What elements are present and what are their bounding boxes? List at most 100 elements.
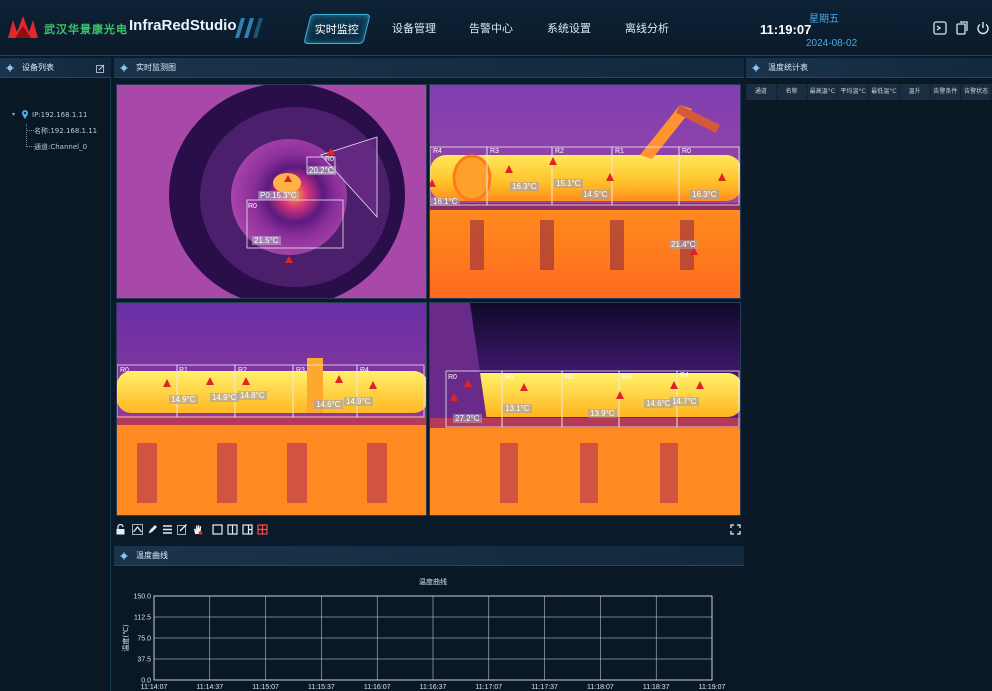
edit-icon[interactable]: [96, 64, 105, 73]
video-cell-3[interactable]: R0 14.9°C R1 14.9°C R2 14.8°C R3 14.6°C …: [116, 302, 427, 516]
power-icon[interactable]: [975, 20, 991, 36]
x-tick-label: 11:14:37: [196, 684, 223, 691]
monitor-panel-title: 实时监测图: [136, 63, 176, 72]
company-logo-icon: [8, 16, 38, 38]
region-label: R0: [325, 156, 334, 163]
stats-table-header: 通道 名称 最高温°C 平均温°C 最低温°C 温升 告警条件 告警状态: [746, 84, 992, 100]
panel-pin-icon: [6, 64, 14, 72]
region-label: R2: [555, 148, 564, 155]
region-temperature: 14.9°C: [169, 395, 198, 404]
point-label: P0:15.3°C: [258, 191, 299, 200]
region-label: R4: [433, 148, 442, 155]
stats-panel-title: 温度统计表: [768, 63, 808, 72]
region-label: R0: [448, 374, 457, 381]
x-tick-label: 11:16:07: [364, 684, 391, 691]
video-cell-2[interactable]: R4 16.1°C R3 16.3°C R2 15.1°C R1 14.5°C …: [429, 84, 741, 299]
region-label: R1: [179, 367, 188, 374]
tab-offline-analysis[interactable]: 离线分析: [618, 14, 676, 44]
list-icon[interactable]: [162, 524, 173, 535]
layout-4-icon[interactable]: [257, 524, 268, 535]
x-tick-label: 11:18:07: [587, 684, 614, 691]
region-label: R0: [248, 203, 257, 210]
tab-alarm-center[interactable]: 告警中心: [462, 14, 520, 44]
chart-title: 温度曲线: [419, 577, 447, 586]
app-name: InfraRedStudio: [129, 17, 237, 34]
tab-realtime-monitor[interactable]: 实时监控: [303, 14, 371, 44]
tab-system-settings[interactable]: 系统设置: [540, 14, 598, 44]
device-list-title: 设备列表: [22, 63, 54, 72]
region-label: R3: [622, 374, 631, 381]
column-header-min-temp[interactable]: 最低温°C: [869, 84, 900, 100]
location-pin-icon: [22, 110, 28, 119]
column-header-alarm-status[interactable]: 告警状态: [961, 84, 992, 100]
device-list-panel: 设备列表 ▾ IP:192.168.1.11 名称:192.168.1.11 通…: [0, 58, 111, 691]
video-cell-1[interactable]: R0 21.5°C R0 20.2°C P0:15.3°C: [116, 84, 427, 299]
region-temperature: 14.5°C: [581, 190, 610, 199]
y-tick-label: 37.5: [137, 657, 151, 664]
hand-icon[interactable]: [192, 524, 203, 535]
y-tick-label: 75.0: [137, 636, 151, 643]
edit-icon[interactable]: [177, 524, 188, 535]
current-time: 11:19:07: [760, 22, 812, 37]
mountain-icon[interactable]: [132, 524, 143, 535]
layout-2-icon[interactable]: [227, 524, 238, 535]
x-tick-label: 11:17:37: [531, 684, 558, 691]
column-header-max-temp[interactable]: 最高温°C: [807, 84, 839, 100]
y-axis-label: 温度(℃): [121, 624, 130, 652]
current-weekday: 星期五: [809, 14, 839, 25]
terminal-icon[interactable]: [932, 20, 948, 36]
copy-icon[interactable]: [954, 20, 970, 36]
curve-panel-header: 温度曲线: [114, 546, 744, 566]
y-tick-label: 150.0: [133, 594, 151, 601]
column-header-alarm-condition[interactable]: 告警条件: [930, 84, 962, 100]
current-date: 2024-08-02: [806, 38, 858, 49]
point-temperature: 21.4°C: [669, 240, 698, 249]
thermal-image-3: [117, 303, 426, 515]
video-cell-4[interactable]: R0 27.2°C R1 13.1°C R2 13.9°C R3 14.6°C …: [429, 302, 741, 516]
region-label: R4: [360, 367, 369, 374]
region-temperature: 14.9°C: [344, 397, 373, 406]
x-tick-label: 11:15:07: [252, 684, 279, 691]
layout-1-icon[interactable]: [212, 524, 223, 535]
x-tick-label: 11:17:07: [475, 684, 502, 691]
region-temperature: 16.3°C: [690, 190, 719, 199]
tree-connector: [26, 132, 34, 147]
region-temperature: 14.6°C: [644, 399, 673, 408]
region-temperature: 13.9°C: [588, 409, 617, 418]
region-label: R3: [490, 148, 499, 155]
layout-3-icon[interactable]: [242, 524, 253, 535]
panel-pin-icon: [120, 64, 128, 72]
expand-icon[interactable]: ▾: [12, 108, 15, 122]
tree-connector: [26, 124, 34, 131]
panel-pin-icon: [120, 552, 128, 560]
region-label: R4: [680, 372, 689, 379]
thermal-image-4: [430, 303, 740, 515]
pen-icon[interactable]: [147, 524, 158, 535]
region-temperature: 21.5°C: [252, 236, 281, 245]
column-header-channel[interactable]: 通道: [746, 84, 777, 100]
column-header-name[interactable]: 名称: [776, 84, 808, 100]
region-temperature: 13.1°C: [503, 404, 532, 413]
region-temperature: 15.1°C: [554, 179, 583, 188]
unlock-icon[interactable]: [115, 524, 126, 535]
region-temperature: 14.6°C: [314, 400, 343, 409]
x-tick-label: 11:14:07: [141, 684, 168, 691]
region-label: R2: [238, 367, 247, 374]
column-header-avg-temp[interactable]: 平均温°C: [838, 84, 869, 100]
region-temperature: 14.8°C: [238, 391, 267, 400]
region-temperature: 16.1°C: [431, 197, 460, 206]
temperature-stats-panel: 温度统计表 通道 名称 最高温°C 平均温°C 最低温°C 温升 告警条件 告警…: [746, 58, 992, 691]
temperature-curve-chart[interactable]: 温度曲线0.037.575.0112.5150.011:14:07 11:14:3…: [114, 567, 744, 691]
point-id: P0: [260, 191, 270, 200]
region-temperature: 27.2°C: [453, 414, 482, 423]
monitor-panel-header: 实时监测图: [114, 58, 744, 78]
region-label: R1: [615, 148, 624, 155]
region-label: R3: [296, 367, 305, 374]
region-label: R1: [505, 374, 514, 381]
fullscreen-icon[interactable]: [730, 524, 741, 535]
region-temperature: 20.2°C: [307, 166, 336, 175]
tab-device-management[interactable]: 设备管理: [385, 14, 443, 44]
column-header-temp-rise[interactable]: 温升: [899, 84, 931, 100]
region-label: R0: [120, 367, 129, 374]
tree-ip-label: IP:192.168.1.11: [32, 111, 88, 119]
